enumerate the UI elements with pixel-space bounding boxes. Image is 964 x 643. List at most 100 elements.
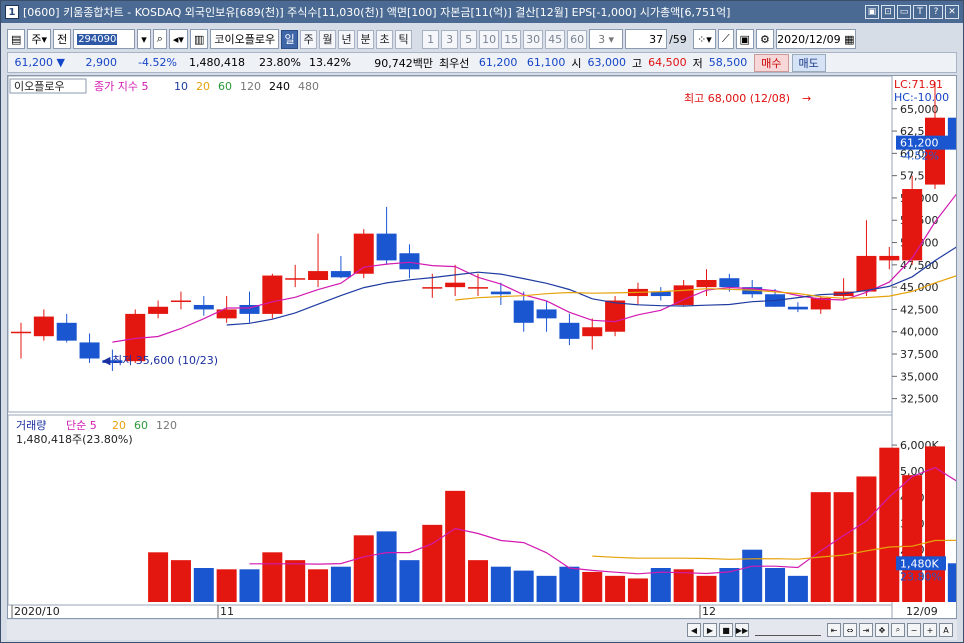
candle-body <box>787 306 808 310</box>
minute-select[interactable]: 3 ▾ <box>589 29 624 49</box>
candle-body <box>673 285 694 305</box>
volume-bar <box>605 575 626 602</box>
window-number: 1 <box>5 5 19 19</box>
minimize-icon[interactable]: ▭ <box>897 5 911 19</box>
high-label: 고 <box>632 56 643 70</box>
scroll-left-icon[interactable]: ◀ <box>687 623 701 637</box>
low-price: 58,500 <box>708 56 748 69</box>
volume-bar <box>696 575 717 602</box>
pan-icon[interactable]: ✥ <box>875 623 889 637</box>
minute-5[interactable]: 5 <box>460 29 478 49</box>
lc-label: LC:71.91 <box>894 78 943 91</box>
stock-name: 코 이오플로우 <box>210 29 280 49</box>
gear-icon[interactable]: ⚙ <box>755 29 774 49</box>
chart-svg[interactable]: 65,00062,50060,00057,50055,00052,50050,0… <box>8 76 956 618</box>
code-dropdown-icon[interactable]: ▾ <box>137 29 151 49</box>
pin-icon[interactable]: T <box>913 5 927 19</box>
period-minute[interactable]: 분 <box>357 29 375 49</box>
buy-button[interactable]: 매수 <box>754 53 789 72</box>
page-input[interactable]: 37 <box>625 29 668 49</box>
price-tick-label: 65,000 <box>900 103 939 116</box>
zoom-in-icon[interactable]: ⇥ <box>859 623 873 637</box>
zoom-slider[interactable] <box>755 624 821 636</box>
volume-bar <box>445 490 466 602</box>
volume-bar <box>285 560 306 602</box>
text-size-icon[interactable]: A <box>939 623 953 637</box>
x-tick-label: 2020/10 <box>14 605 60 618</box>
mode-select[interactable]: 전 <box>53 29 72 49</box>
volume-ratio: 23.80% <box>259 56 301 69</box>
minute-15[interactable]: 15 <box>501 29 522 49</box>
period-week[interactable]: 주 <box>300 29 318 49</box>
minus-icon[interactable]: − <box>907 623 921 637</box>
search-icon[interactable]: ⌕ <box>152 29 167 49</box>
ma-period-label: 60 <box>218 80 232 93</box>
low-label: 저 <box>692 56 703 70</box>
volume-bar <box>559 566 580 602</box>
volume-bar <box>308 569 329 602</box>
volume-bar <box>330 566 351 602</box>
fast-forward-icon[interactable]: ▶▶ <box>735 623 749 637</box>
period-month[interactable]: 월 <box>319 29 337 49</box>
current-price: 61,200 ▼ <box>14 56 65 69</box>
volume-tag: 1,480K <box>900 557 939 570</box>
stop-icon[interactable]: ■ <box>719 623 733 637</box>
minute-10[interactable]: 10 <box>479 29 500 49</box>
x-right-label: 12/09 <box>906 605 938 618</box>
x-tick-label: 11 <box>220 605 234 618</box>
minute-30[interactable]: 30 <box>523 29 544 49</box>
play-icon[interactable]: ▶ <box>703 623 717 637</box>
volume-bar <box>422 524 443 602</box>
price-tick-label: 32,500 <box>900 393 939 406</box>
volume-bar <box>879 447 900 602</box>
candle-body <box>193 304 214 310</box>
period-second[interactable]: 초 <box>376 29 394 49</box>
chart-area[interactable]: 65,00062,50060,00057,50055,00052,50050,0… <box>7 75 957 619</box>
candle-body <box>399 253 420 270</box>
sell-button[interactable]: 매도 <box>791 53 826 72</box>
period-year[interactable]: 년 <box>338 29 356 49</box>
minute-60[interactable]: 60 <box>567 29 588 49</box>
volume-bar <box>833 492 854 602</box>
price-tick-label: 42,500 <box>900 303 939 316</box>
chart-menu-icon[interactable]: ▤ <box>7 29 26 49</box>
volume-bar <box>399 560 420 602</box>
period-day[interactable]: 일 <box>281 29 299 49</box>
candle-body <box>376 233 397 261</box>
page-total: /59 <box>669 32 687 46</box>
plus-icon[interactable]: + <box>923 623 937 637</box>
ma-period-label: 10 <box>174 80 188 93</box>
candle-body <box>582 327 603 337</box>
split-icon[interactable]: ▥ <box>189 29 209 49</box>
candle-body <box>285 278 306 280</box>
minute-45[interactable]: 45 <box>545 29 566 49</box>
volume-rate-tag: 23.80% <box>900 570 942 583</box>
candle-body <box>559 322 580 339</box>
grid-icon[interactable]: ⁘▾ <box>693 29 716 49</box>
stock-code-input[interactable]: 294090 <box>73 29 136 49</box>
zoom-out-icon[interactable]: ⇤ <box>827 623 841 637</box>
candle-body <box>468 287 488 289</box>
link-icon[interactable]: ▣ <box>865 5 879 19</box>
candle-body <box>79 342 100 359</box>
zoom-fit-icon[interactable]: ⇔ <box>843 623 857 637</box>
price-tick-label: 35,000 <box>900 370 939 383</box>
minute-1[interactable]: 1 <box>422 29 440 49</box>
period-tick[interactable]: 틱 <box>395 29 413 49</box>
magnify-icon[interactable]: ⌕ <box>891 623 905 637</box>
date-input[interactable]: 2020/12/09 ▦ <box>775 29 856 49</box>
market-select[interactable]: 주 ▾ <box>27 29 52 49</box>
speaker-icon[interactable]: ◂▾ <box>168 29 188 49</box>
ma-period-label: 20 <box>196 80 210 93</box>
window-buttons: ▣ ⊡ ▭ T ? ✕ <box>865 5 963 19</box>
draw-icon[interactable]: ⟋ <box>717 29 734 49</box>
minute-3[interactable]: 3 <box>441 29 459 49</box>
help-icon[interactable]: ? <box>929 5 943 19</box>
save-icon[interactable]: ▣ <box>735 29 754 49</box>
price-tick-label: 40,000 <box>900 326 939 339</box>
candle-body <box>11 331 31 334</box>
volume-bar <box>148 552 169 602</box>
turnover: 13.42% <box>309 56 351 69</box>
restore-icon[interactable]: ⊡ <box>881 5 895 19</box>
close-icon[interactable]: ✕ <box>945 5 959 19</box>
